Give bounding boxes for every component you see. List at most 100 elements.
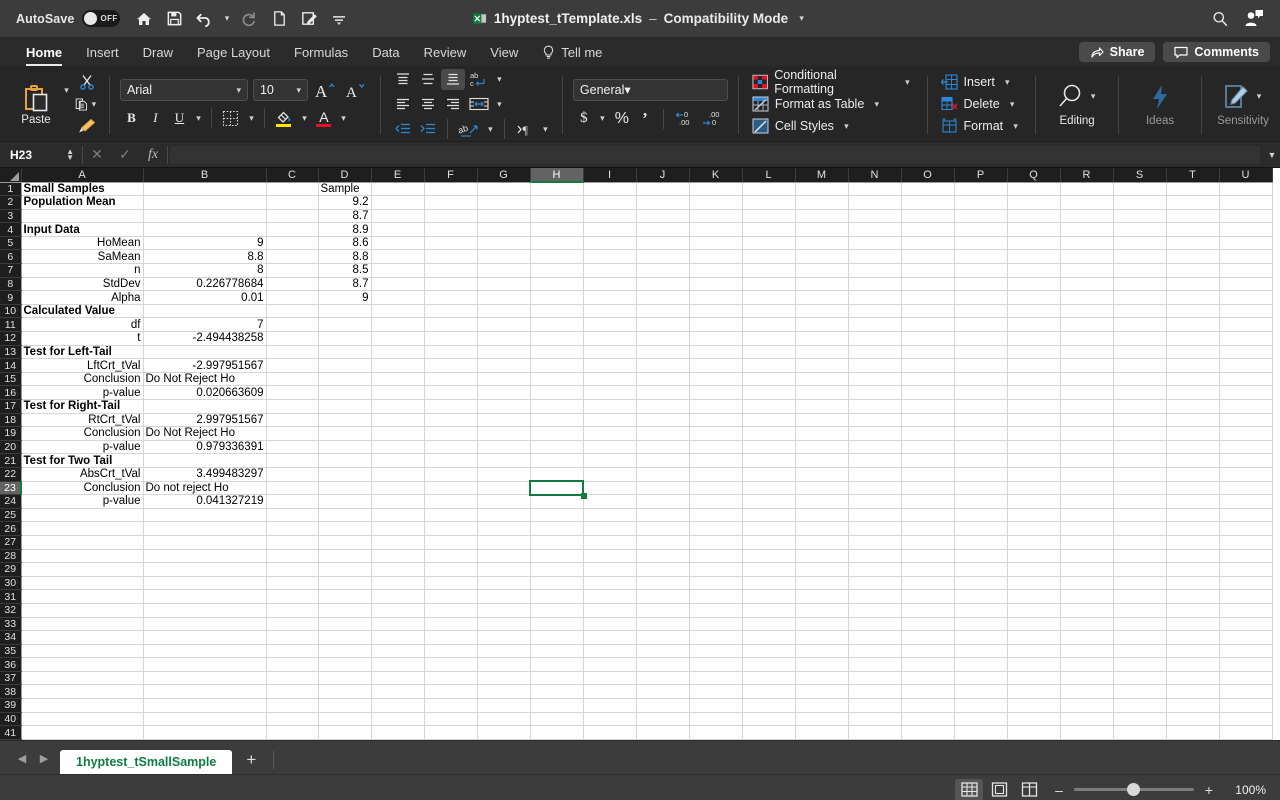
cell-U2[interactable] xyxy=(1219,195,1273,210)
cell-K22[interactable] xyxy=(689,467,743,482)
cell-Q41[interactable] xyxy=(1007,725,1061,740)
row-header-2[interactable]: 2 xyxy=(0,195,22,210)
cell-E18[interactable] xyxy=(371,413,425,428)
cell-R36[interactable] xyxy=(1060,657,1114,672)
cell-T42[interactable] xyxy=(1166,739,1220,740)
cell-D13[interactable] xyxy=(318,345,372,360)
cell-I3[interactable] xyxy=(583,209,637,224)
cell-K15[interactable] xyxy=(689,372,743,387)
cell-U39[interactable] xyxy=(1219,698,1273,713)
cell-F39[interactable] xyxy=(424,698,478,713)
cut-button[interactable] xyxy=(75,73,99,92)
cell-D16[interactable] xyxy=(318,385,372,400)
cell-N2[interactable] xyxy=(848,195,902,210)
cell-T36[interactable] xyxy=(1166,657,1220,672)
cell-Q17[interactable] xyxy=(1007,399,1061,414)
cell-D30[interactable] xyxy=(318,576,372,591)
cell-B8[interactable]: 0.226778684 xyxy=(143,277,267,292)
cell-H16[interactable] xyxy=(530,385,584,400)
cell-B12[interactable]: -2.494438258 xyxy=(143,331,267,346)
cell-G18[interactable] xyxy=(477,413,531,428)
table-row[interactable]: 5 HoMean 9 8.6 xyxy=(0,236,1273,251)
cell-H36[interactable] xyxy=(530,657,584,672)
cell-T34[interactable] xyxy=(1166,630,1220,645)
cell-M25[interactable] xyxy=(795,508,849,523)
cell-N23[interactable] xyxy=(848,481,902,496)
cell-A29[interactable] xyxy=(21,562,144,577)
zoom-slider-knob[interactable] xyxy=(1127,783,1140,796)
bottom-align-button[interactable] xyxy=(440,68,465,90)
cell-J11[interactable] xyxy=(636,317,690,333)
tab-insert[interactable]: Insert xyxy=(74,38,131,66)
table-row[interactable]: 8 StdDev 0.226778684 8.7 xyxy=(0,277,1273,292)
share-button[interactable]: Share xyxy=(1078,42,1156,62)
cell-F21[interactable] xyxy=(424,453,478,468)
cell-K29[interactable] xyxy=(689,562,743,577)
cell-G40[interactable] xyxy=(477,712,531,727)
cell-Q1[interactable] xyxy=(1007,182,1061,197)
cell-H41[interactable] xyxy=(530,725,584,740)
cell-A35[interactable] xyxy=(21,644,144,659)
cell-L34[interactable] xyxy=(742,630,796,645)
table-row[interactable]: 42 xyxy=(0,739,1273,740)
cell-F19[interactable] xyxy=(424,426,478,441)
cell-C23[interactable] xyxy=(266,481,319,496)
cell-D24[interactable] xyxy=(318,494,372,509)
cell-O22[interactable] xyxy=(901,467,955,482)
cell-A39[interactable] xyxy=(21,698,144,713)
cell-E7[interactable] xyxy=(371,263,425,278)
cell-K1[interactable] xyxy=(689,182,743,197)
cell-K21[interactable] xyxy=(689,453,743,468)
cell-M5[interactable] xyxy=(795,236,849,251)
cell-G12[interactable] xyxy=(477,331,531,346)
cell-S23[interactable] xyxy=(1113,481,1167,496)
cell-R19[interactable] xyxy=(1060,426,1114,441)
cell-J31[interactable] xyxy=(636,589,690,604)
row-header-20[interactable]: 20 xyxy=(0,440,22,455)
cell-A4[interactable]: Input Data xyxy=(21,222,144,237)
currency-format-button[interactable]: $ xyxy=(573,108,595,130)
cell-K18[interactable] xyxy=(689,413,743,428)
column-header-n[interactable]: N xyxy=(848,168,902,183)
sheet-tab-active[interactable]: 1hyptest_tSmallSample xyxy=(60,750,233,774)
cell-P33[interactable] xyxy=(954,617,1008,632)
row-header-3[interactable]: 3 xyxy=(0,209,22,224)
cell-P15[interactable] xyxy=(954,372,1008,387)
cell-U35[interactable] xyxy=(1219,644,1273,659)
cell-B20[interactable]: 0.979336391 xyxy=(143,440,267,455)
cell-A18[interactable]: RtCrt_tVal xyxy=(21,413,144,428)
cell-L40[interactable] xyxy=(742,712,796,727)
number-format-select[interactable]: General ▾ xyxy=(572,78,728,101)
cell-P16[interactable] xyxy=(954,385,1008,400)
decrease-font-size-icon[interactable]: A xyxy=(344,79,370,101)
cell-D40[interactable] xyxy=(318,712,372,727)
borders-dropdown-caret-icon[interactable]: ▾ xyxy=(245,113,258,124)
cell-R39[interactable] xyxy=(1060,698,1114,713)
cell-P36[interactable] xyxy=(954,657,1008,672)
cell-L22[interactable] xyxy=(742,467,796,482)
cell-T24[interactable] xyxy=(1166,494,1220,509)
cell-E27[interactable] xyxy=(371,535,425,550)
cell-E30[interactable] xyxy=(371,576,425,591)
column-header-h[interactable]: H xyxy=(530,168,584,183)
cell-D10[interactable] xyxy=(318,304,372,319)
cell-Q21[interactable] xyxy=(1007,453,1061,468)
cell-J5[interactable] xyxy=(636,236,690,251)
cell-T7[interactable] xyxy=(1166,263,1220,278)
cell-S41[interactable] xyxy=(1113,725,1167,740)
font-size-select[interactable]: 10 ▾ xyxy=(252,79,308,101)
insert-function-icon[interactable]: fx xyxy=(139,147,167,163)
cell-I34[interactable] xyxy=(583,630,637,645)
cell-M33[interactable] xyxy=(795,617,849,632)
home-icon[interactable] xyxy=(130,5,158,33)
cell-A27[interactable] xyxy=(21,535,144,550)
cell-J2[interactable] xyxy=(636,195,690,210)
cell-U7[interactable] xyxy=(1219,263,1273,278)
cell-C1[interactable] xyxy=(266,182,319,197)
cell-Q30[interactable] xyxy=(1007,576,1061,591)
select-all-corner[interactable] xyxy=(0,168,22,183)
cell-O37[interactable] xyxy=(901,671,955,686)
cell-T30[interactable] xyxy=(1166,576,1220,591)
row-header-11[interactable]: 11 xyxy=(0,317,22,333)
cell-S25[interactable] xyxy=(1113,508,1167,523)
